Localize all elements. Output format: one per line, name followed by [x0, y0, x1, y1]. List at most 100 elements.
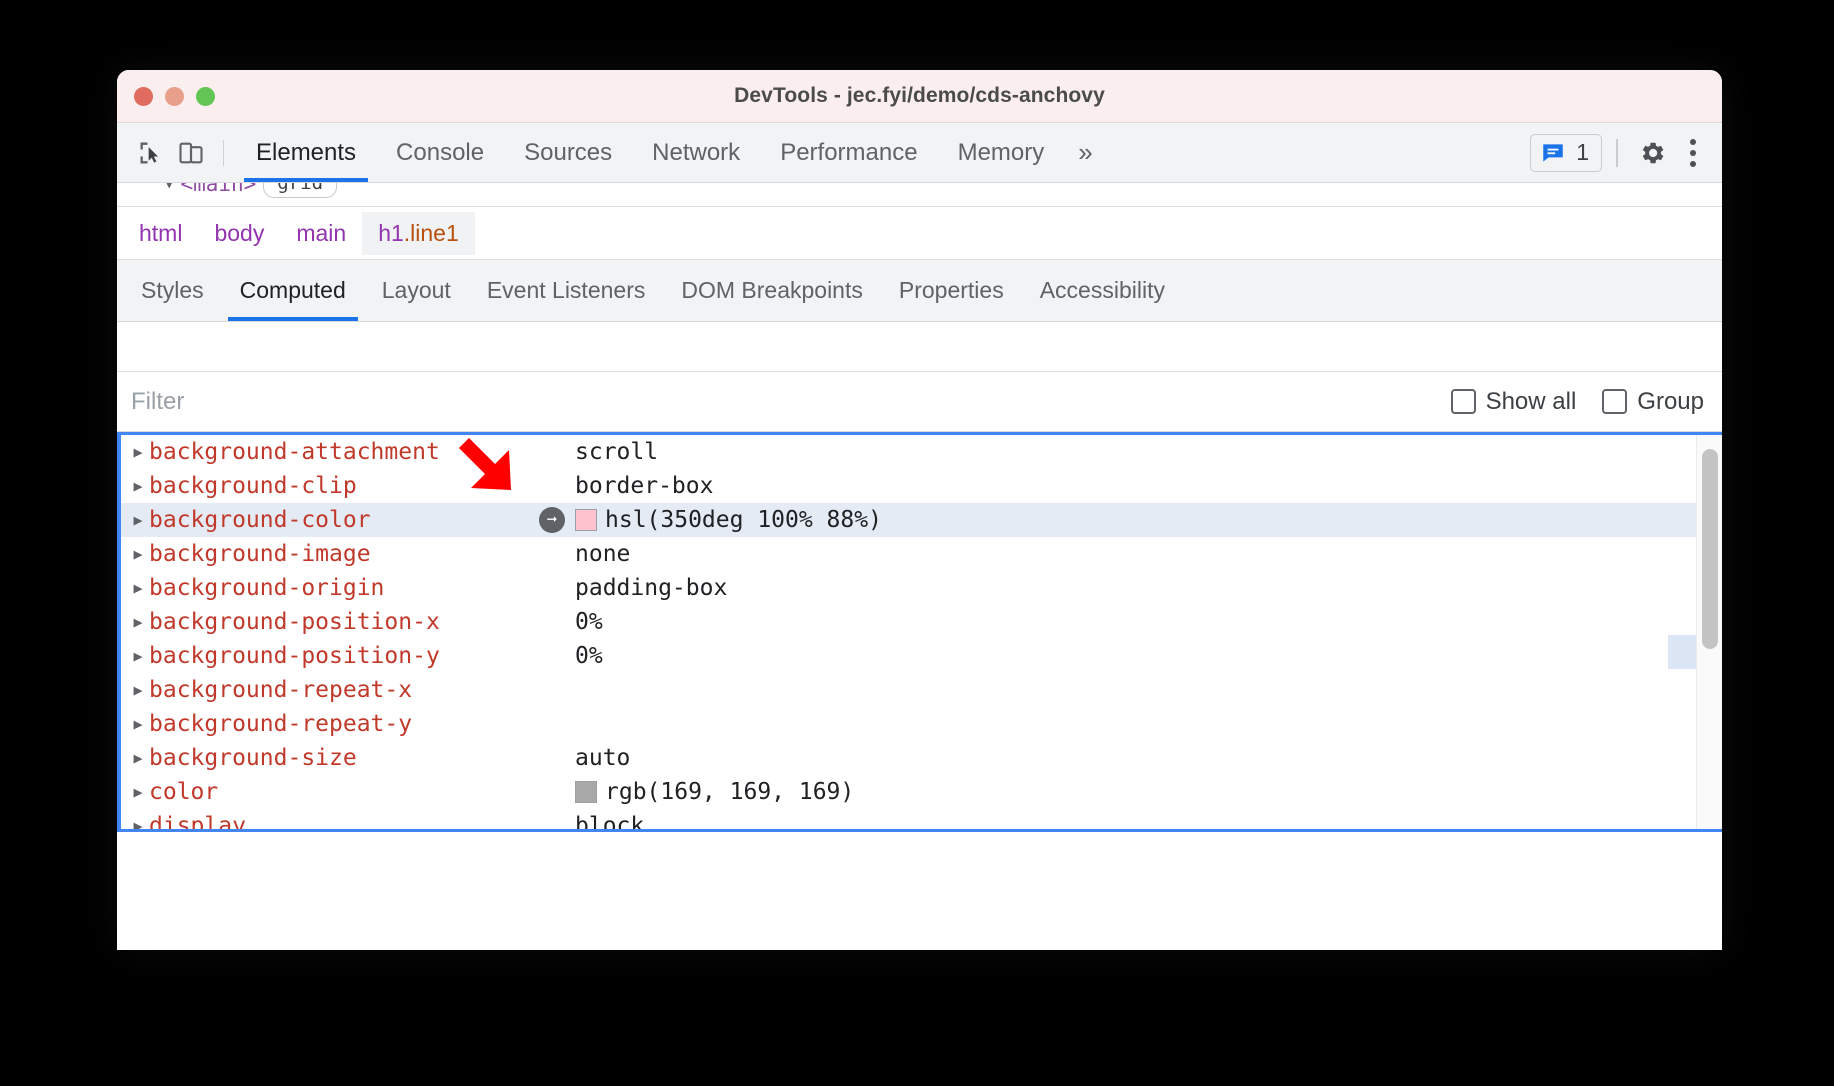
tab-dom-breakpoints[interactable]: DOM Breakpoints [663, 260, 881, 321]
message-icon [1540, 140, 1566, 166]
property-name: background-image [149, 541, 539, 567]
tab-styles[interactable]: Styles [123, 260, 222, 321]
tab-console[interactable]: Console [376, 123, 504, 182]
filter-input[interactable] [131, 388, 1451, 416]
toolbar-divider-2 [1616, 139, 1618, 167]
property-value-text: padding-box [575, 575, 727, 601]
console-message-count: 1 [1576, 139, 1589, 166]
title-bar: DevTools - jec.fyi/demo/cds-anchovy [117, 70, 1722, 123]
properties-scrollbar-thumb[interactable] [1702, 449, 1718, 649]
expand-triangle-icon[interactable]: ▶ [127, 715, 149, 733]
panel-tabs: Elements Console Sources Network Perform… [236, 123, 1107, 182]
property-value-text: rgb(169, 169, 169) [605, 779, 854, 805]
breadcrumb-item-main[interactable]: main [280, 212, 362, 255]
dom-node-main[interactable]: <main> [180, 183, 256, 196]
tab-computed[interactable]: Computed [222, 260, 364, 321]
inspect-cursor-icon[interactable] [131, 133, 171, 173]
tab-elements[interactable]: Elements [236, 123, 376, 182]
expand-triangle-icon[interactable]: ▶ [127, 477, 149, 495]
tab-properties[interactable]: Properties [881, 260, 1022, 321]
tab-performance[interactable]: Performance [760, 123, 937, 182]
minimize-window-button[interactable] [165, 87, 184, 106]
property-value-text: hsl(350deg 100% 88%) [605, 507, 882, 533]
property-name: background-origin [149, 575, 539, 601]
property-value-text: auto [575, 745, 630, 771]
computed-toolbar-strip [117, 322, 1722, 372]
tab-event-listeners[interactable]: Event Listeners [469, 260, 664, 321]
property-row-background-size[interactable]: ▶ background-size auto [121, 741, 1722, 775]
grid-badge[interactable]: grid [263, 183, 337, 198]
property-row-background-position-y[interactable]: ▶ background-position-y 0% [121, 639, 1722, 673]
property-value-text: 0% [575, 609, 603, 635]
group-label: Group [1637, 388, 1704, 416]
group-checkbox-box[interactable] [1602, 389, 1627, 414]
expand-triangle-icon[interactable]: ▶ [127, 817, 149, 832]
color-swatch[interactable] [575, 781, 597, 803]
property-name: background-size [149, 745, 539, 771]
property-value-text: scroll [575, 439, 658, 465]
property-value: block [539, 813, 644, 832]
expand-triangle-icon[interactable]: ▶ [127, 545, 149, 563]
gear-icon[interactable] [1632, 133, 1672, 173]
expand-triangle-icon[interactable]: ▶ [127, 783, 149, 801]
property-row-color[interactable]: ▶ color rgb(169, 169, 169) [121, 775, 1722, 809]
expand-triangle-icon[interactable]: ▶ [127, 749, 149, 767]
property-name: background-position-x [149, 609, 539, 635]
property-row-background-repeat-x[interactable]: ▶ background-repeat-x [121, 673, 1722, 707]
screen: DevTools - jec.fyi/demo/cds-anchovy Elem… [0, 0, 1834, 1086]
property-name: background-clip [149, 473, 539, 499]
show-all-label: Show all [1486, 388, 1577, 416]
toolbar-right-actions: 1 [1530, 133, 1708, 173]
property-value: auto [539, 745, 630, 771]
property-row-background-position-x[interactable]: ▶ background-position-x 0% [121, 605, 1722, 639]
close-window-button[interactable] [134, 87, 153, 106]
property-name: background-repeat-x [149, 677, 539, 703]
tab-memory[interactable]: Memory [938, 123, 1065, 182]
tab-accessibility[interactable]: Accessibility [1022, 260, 1183, 321]
breadcrumb-item-body[interactable]: body [198, 212, 280, 255]
device-toolbar-icon[interactable] [171, 133, 211, 173]
properties-scrollbar[interactable] [1696, 435, 1722, 829]
property-row-background-image[interactable]: ▶ background-image none [121, 537, 1722, 571]
tab-network[interactable]: Network [632, 123, 760, 182]
console-messages-button[interactable]: 1 [1530, 134, 1602, 172]
show-all-checkbox[interactable]: Show all [1451, 388, 1577, 416]
expand-triangle-icon[interactable]: ▶ [127, 613, 149, 631]
kebab-menu-icon[interactable] [1678, 133, 1708, 173]
property-row-background-origin[interactable]: ▶ background-origin padding-box [121, 571, 1722, 605]
breadcrumb: html body main h1.line1 [117, 207, 1722, 260]
property-row-background-attachment[interactable]: ▶ background-attachment scroll [121, 435, 1722, 469]
dom-expand-triangle[interactable]: ▼ [165, 183, 173, 192]
expand-triangle-icon[interactable]: ▶ [127, 647, 149, 665]
property-value: 0% [539, 643, 603, 669]
expand-triangle-icon[interactable]: ▶ [127, 579, 149, 597]
window-title: DevTools - jec.fyi/demo/cds-anchovy [117, 84, 1722, 108]
breadcrumb-item-html[interactable]: html [123, 212, 198, 255]
breadcrumb-item-h1-line1[interactable]: h1.line1 [362, 212, 475, 255]
property-value: ➞ hsl(350deg 100% 88%) [539, 507, 882, 533]
property-name: display [149, 813, 539, 832]
group-checkbox[interactable]: Group [1602, 388, 1704, 416]
chevron-double-right-icon[interactable]: » [1064, 137, 1106, 168]
property-row-display[interactable]: ▶ display block [121, 809, 1722, 832]
zoom-window-button[interactable] [196, 87, 215, 106]
property-row-background-clip[interactable]: ▶ background-clip border-box [121, 469, 1722, 503]
property-value: scroll [539, 439, 658, 465]
expand-triangle-icon[interactable]: ▶ [127, 511, 149, 529]
property-value-text: 0% [575, 643, 603, 669]
toolbar-divider [223, 140, 224, 166]
property-row-background-repeat-y[interactable]: ▶ background-repeat-y [121, 707, 1722, 741]
breadcrumb-class-name: .line1 [404, 220, 459, 246]
tab-layout[interactable]: Layout [364, 260, 469, 321]
devtools-window: DevTools - jec.fyi/demo/cds-anchovy Elem… [117, 70, 1722, 950]
expand-triangle-icon[interactable]: ▶ [127, 681, 149, 699]
property-value-text: border-box [575, 473, 713, 499]
color-swatch[interactable] [575, 509, 597, 531]
show-all-checkbox-box[interactable] [1451, 389, 1476, 414]
go-to-source-icon[interactable]: ➞ [539, 507, 565, 533]
tab-sources[interactable]: Sources [504, 123, 632, 182]
property-value: rgb(169, 169, 169) [539, 779, 854, 805]
expand-triangle-icon[interactable]: ▶ [127, 443, 149, 461]
property-row-background-color[interactable]: ▶ background-color ➞ hsl(350deg 100% 88%… [121, 503, 1722, 537]
pane-resize-handle[interactable] [1668, 635, 1696, 669]
